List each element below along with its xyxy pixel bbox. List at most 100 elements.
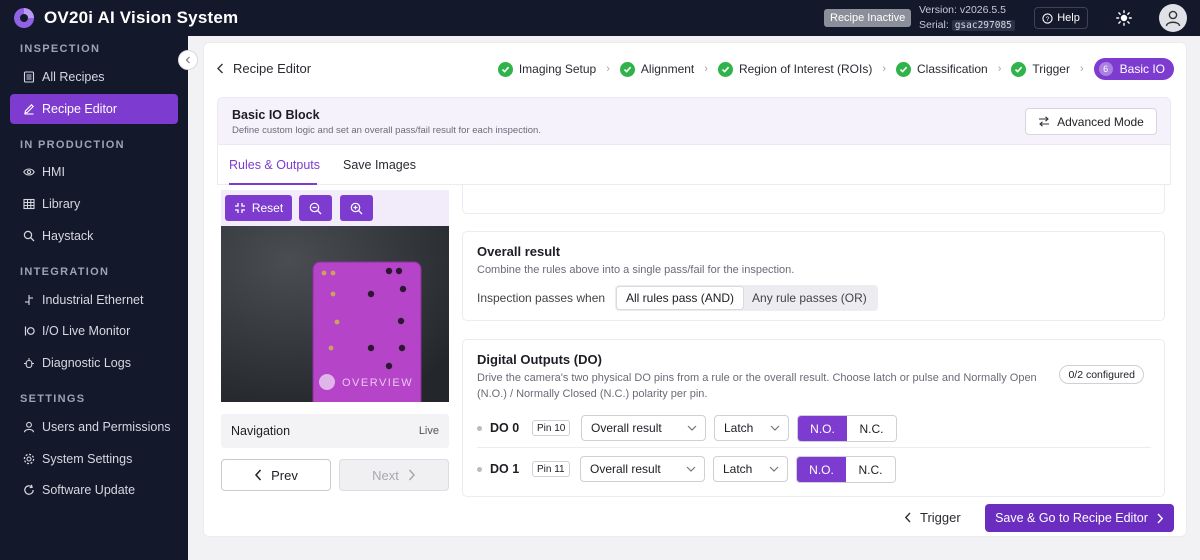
refresh-icon	[23, 484, 35, 496]
polarity-nc[interactable]: N.C.	[846, 457, 895, 482]
pin-badge: Pin 10	[532, 420, 571, 436]
sidebar-item-label: All Recipes	[42, 70, 105, 84]
block-subtitle: Define custom logic and set an overall p…	[232, 125, 541, 136]
rules-panel-end	[462, 185, 1165, 214]
reset-view-button[interactable]: Reset	[225, 195, 292, 221]
chevron-down-icon	[770, 425, 780, 431]
chevron-down-icon	[769, 466, 779, 472]
digital-outputs-subtitle: Drive the camera's two physical DO pins …	[477, 370, 1037, 402]
check-circle-icon	[619, 61, 635, 77]
pin-badge: Pin 11	[532, 461, 570, 477]
sidebar-item-label: I/O Live Monitor	[42, 324, 131, 338]
digital-outputs-title: Digital Outputs (DO)	[477, 352, 602, 367]
reset-label: Reset	[251, 201, 284, 215]
row-divider	[477, 447, 1151, 448]
sidebar-section-settings: SETTINGS	[20, 393, 86, 405]
camera-image: OVERVIEW	[221, 226, 449, 402]
sidebar-item-all-recipes[interactable]: All Recipes	[10, 62, 178, 92]
inspection-passes-label: Inspection passes when	[477, 291, 606, 305]
version-info: Version: v2026.5.5 Serial: gsac297085	[919, 3, 1015, 33]
polarity-no[interactable]: N.O.	[798, 416, 847, 441]
source-select[interactable]: Overall result	[580, 456, 705, 482]
mode-value: Latch	[723, 462, 753, 476]
sidebar-item-users-and-permissions[interactable]: Users and Permissions	[10, 412, 178, 442]
navigation-bar: Navigation Live	[221, 414, 449, 448]
sidebar-item-recipe-editor[interactable]: Recipe Editor	[10, 94, 178, 124]
source-select[interactable]: Overall result	[581, 415, 706, 441]
option-any-rule-passes[interactable]: Any rule passes (OR)	[743, 287, 876, 309]
sidebar-item-label: Library	[42, 197, 81, 211]
chevron-down-icon	[686, 466, 696, 472]
breadcrumb[interactable]: Recipe Editor	[216, 61, 311, 76]
sidebar-item-label: Haystack	[42, 229, 94, 243]
sidebar-collapse-button[interactable]	[178, 50, 198, 70]
chevron-down-icon	[687, 425, 697, 431]
polarity-toggle: N.O. N.C.	[797, 415, 897, 442]
step-label: Region of Interest (ROIs)	[738, 62, 873, 76]
polarity-nc[interactable]: N.C.	[847, 416, 896, 441]
pass-logic-toggle: All rules pass (AND) Any rule passes (OR…	[615, 285, 878, 311]
user-avatar-icon	[1165, 10, 1181, 27]
tab-rules-outputs[interactable]: Rules & Outputs	[229, 158, 320, 172]
step-basic-io[interactable]: 6 Basic IO	[1093, 58, 1174, 80]
overall-result-panel: Overall result Combine the rules above i…	[462, 231, 1165, 321]
source-value: Overall result	[591, 421, 662, 435]
next-button[interactable]: Next	[339, 459, 449, 491]
sidebar-section-in-production: IN PRODUCTION	[20, 139, 125, 151]
drag-dot	[477, 426, 482, 431]
gear-icon	[23, 453, 35, 465]
user-avatar[interactable]	[1159, 4, 1187, 32]
bug-icon	[23, 357, 35, 369]
serial-value: gsac297085	[951, 20, 1015, 31]
recipe-editor-card: Recipe Editor Imaging Setup › Alignment …	[203, 42, 1187, 537]
overall-result-subtitle: Combine the rules above into a single pa…	[477, 264, 795, 276]
save-go-button[interactable]: Save & Go to Recipe Editor	[985, 504, 1174, 532]
sidebar-item-library[interactable]: Library	[10, 189, 178, 219]
polarity-no[interactable]: N.O.	[797, 457, 846, 482]
sidebar-item-hmi[interactable]: HMI	[10, 157, 178, 187]
sidebar-item-system-settings[interactable]: System Settings	[10, 444, 178, 474]
back-trigger-button[interactable]: Trigger	[904, 510, 961, 525]
user-icon	[23, 421, 35, 433]
version-label: Version: v2026.5.5	[919, 4, 1006, 16]
step-trigger[interactable]: Trigger	[1011, 61, 1070, 77]
step-label: Basic IO	[1119, 62, 1165, 76]
serial-label: Serial:	[919, 19, 949, 31]
chevron-right-icon: ›	[704, 63, 708, 75]
chevron-right-icon	[408, 469, 415, 481]
step-imaging-setup[interactable]: Imaging Setup	[497, 61, 596, 77]
help-label: Help	[1057, 12, 1080, 24]
chevron-left-icon	[255, 469, 262, 481]
sidebar-item-haystack[interactable]: Haystack	[10, 221, 178, 251]
zoom-in-button[interactable]	[340, 195, 373, 221]
tab-save-images[interactable]: Save Images	[343, 158, 416, 172]
prev-button[interactable]: Prev	[221, 459, 331, 491]
option-all-rules-pass[interactable]: All rules pass (AND)	[617, 287, 744, 309]
sidebar-item-diagnostic-logs[interactable]: Diagnostic Logs	[10, 348, 178, 378]
advanced-mode-button[interactable]: Advanced Mode	[1025, 108, 1157, 135]
subtitle-line: (N.O.) / Normally Closed (N.C.) polarity…	[477, 388, 708, 400]
grid-icon	[23, 198, 35, 210]
sidebar-item-industrial-ethernet[interactable]: Industrial Ethernet	[10, 285, 178, 315]
block-title: Basic IO Block	[232, 108, 320, 122]
navigation-mode: Live	[418, 425, 439, 437]
step-label: Alignment	[640, 62, 695, 76]
sidebar-item-io-live-monitor[interactable]: I/O Live Monitor	[10, 316, 178, 346]
sidebar-item-software-update[interactable]: Software Update	[10, 475, 178, 505]
help-button[interactable]: ? Help	[1034, 7, 1088, 29]
sidebar-item-label: Software Update	[42, 483, 136, 497]
io-icon	[23, 325, 35, 337]
check-circle-icon	[497, 61, 513, 77]
active-tab-indicator	[229, 183, 317, 185]
save-label: Save & Go to Recipe Editor	[995, 511, 1148, 525]
step-classification[interactable]: Classification	[896, 61, 988, 77]
camera-preview[interactable]: OVERVIEW	[221, 226, 449, 402]
theme-toggle-sun-icon[interactable]	[1116, 10, 1132, 26]
step-alignment[interactable]: Alignment	[619, 61, 695, 77]
step-region-of-interest[interactable]: Region of Interest (ROIs)	[717, 61, 873, 77]
chevron-right-icon	[1157, 513, 1164, 523]
mode-select[interactable]: Latch	[714, 415, 789, 441]
mode-select[interactable]: Latch	[713, 456, 788, 482]
zoom-out-button[interactable]	[299, 195, 332, 221]
subtitle-line: Drive the camera's two physical DO pins …	[477, 372, 1037, 384]
